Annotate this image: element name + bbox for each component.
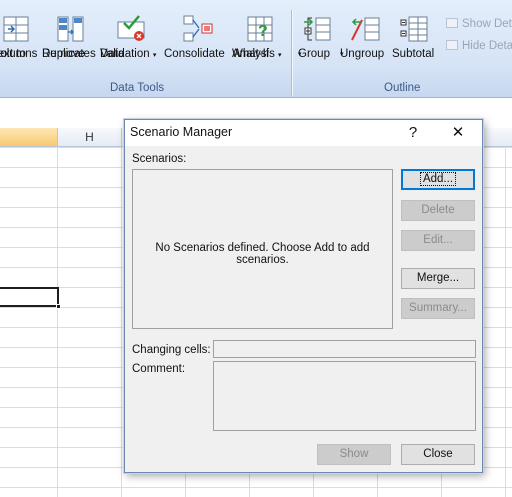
column-header-h[interactable]: H xyxy=(58,128,122,146)
ungroup-button[interactable]: Ungroup ▾ xyxy=(340,14,390,60)
consolidate-label: Consolidate xyxy=(164,48,225,60)
comment-field xyxy=(213,361,476,431)
scenarios-label: Scenarios: xyxy=(132,153,187,165)
show-detail-label: Show Deta xyxy=(462,18,512,30)
merge-button[interactable]: Merge... xyxy=(401,268,475,289)
column-header-selected[interactable] xyxy=(0,128,58,146)
svg-text:?: ? xyxy=(258,23,268,40)
what-if-analysis-button[interactable]: ? What-If Analysis ▾ xyxy=(232,14,288,60)
ungroup-icon xyxy=(349,14,381,44)
subtotal-label: Subtotal xyxy=(392,48,435,60)
dialog-titlebar[interactable]: Scenario Manager ? ✕ xyxy=(125,120,482,146)
dialog-title: Scenario Manager xyxy=(130,125,233,139)
add-button[interactable]: Add... xyxy=(401,169,475,190)
changing-cells-field xyxy=(213,340,476,358)
fill-handle[interactable] xyxy=(56,304,61,309)
edit-button[interactable]: Edit... xyxy=(401,230,475,251)
subtotal-button[interactable]: Subtotal xyxy=(392,14,438,60)
hide-detail-label: Hide Deta xyxy=(462,40,512,52)
show-button[interactable]: Show xyxy=(317,444,391,465)
consolidate-button[interactable]: Consolidate xyxy=(164,14,232,60)
ungroup-label: Ungroup xyxy=(340,48,385,60)
changing-cells-label: Changing cells: xyxy=(132,344,211,356)
data-validation-dropdown-icon: ▾ xyxy=(152,52,157,59)
ribbon: Text to Columns Remove Duplicates xyxy=(0,0,512,98)
ungroup-dropdown-icon: ▾ xyxy=(340,51,344,58)
remove-duplicates-icon xyxy=(54,14,86,44)
consolidate-icon xyxy=(182,14,214,44)
what-if-analysis-label-2: Analysis ▾ xyxy=(232,48,282,60)
group-button[interactable]: Group ▾ xyxy=(298,14,338,60)
scenario-manager-dialog: Scenario Manager ? ✕ Scenarios: No Scena… xyxy=(124,119,483,473)
scenarios-empty-message: No Scenarios defined. Choose Add to add … xyxy=(155,242,370,266)
data-validation-label-2: Validation ▾ xyxy=(100,48,157,60)
show-detail-button[interactable]: Show Deta xyxy=(446,18,512,30)
hide-detail-button[interactable]: Hide Deta xyxy=(446,40,512,52)
show-detail-icon xyxy=(446,18,458,28)
remove-duplicates-button[interactable]: Remove Duplicates xyxy=(42,14,98,60)
comment-label: Comment: xyxy=(132,363,186,375)
text-to-columns-icon xyxy=(0,14,32,44)
what-if-analysis-icon: ? xyxy=(244,14,276,44)
data-validation-button[interactable]: Data Validation ▾ xyxy=(100,14,162,60)
text-to-columns-label-2: Columns xyxy=(0,48,38,60)
text-to-columns-button[interactable]: Text to Columns xyxy=(0,14,40,60)
hide-detail-icon xyxy=(446,40,458,50)
group-icon xyxy=(302,14,334,44)
group-label: Group xyxy=(298,48,330,60)
group-dropdown-icon: ▾ xyxy=(298,51,302,58)
data-validation-icon xyxy=(115,14,147,44)
subtotal-icon xyxy=(399,14,431,44)
active-cell[interactable] xyxy=(0,287,61,309)
delete-button[interactable]: Delete xyxy=(401,200,475,221)
summary-button[interactable]: Summary... xyxy=(401,298,475,319)
close-icon[interactable]: ✕ xyxy=(443,122,473,144)
help-icon[interactable]: ? xyxy=(398,122,428,144)
scenarios-list[interactable]: No Scenarios defined. Choose Add to add … xyxy=(132,169,393,329)
close-button[interactable]: Close xyxy=(401,444,475,465)
remove-duplicates-label-2: Duplicates xyxy=(42,48,96,60)
group-separator xyxy=(291,10,292,96)
data-tools-group-label: Data Tools xyxy=(110,82,165,94)
what-if-dropdown-icon: ▾ xyxy=(278,52,282,59)
outline-group-label: Outline xyxy=(384,82,421,94)
